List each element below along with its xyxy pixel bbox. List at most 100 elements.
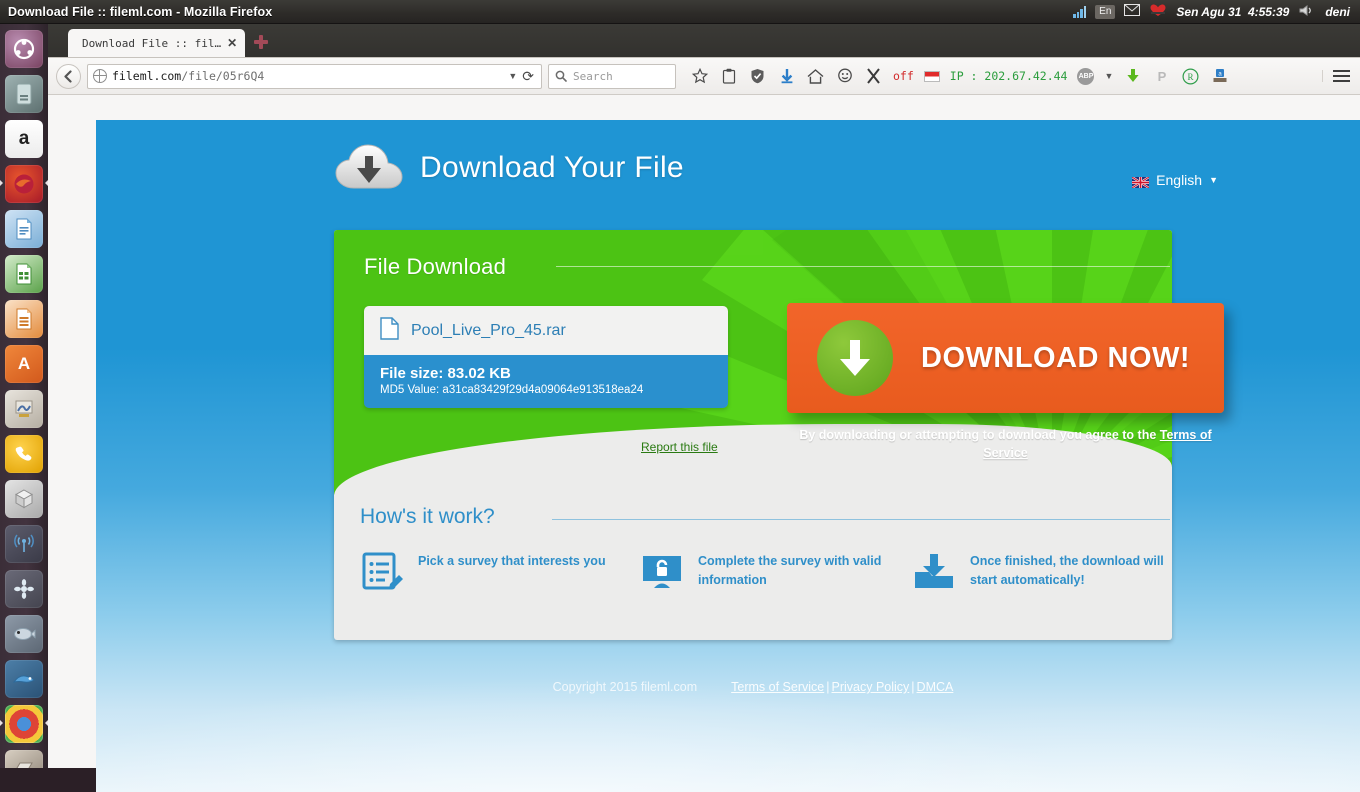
shield-icon[interactable] <box>748 67 767 86</box>
section-divider <box>556 266 1170 267</box>
chevron-down-icon[interactable]: ▼ <box>1209 175 1218 185</box>
launcher-item-firefox[interactable] <box>0 165 48 203</box>
pocket-p-icon[interactable]: P <box>1152 67 1171 86</box>
star-icon[interactable] <box>690 67 709 86</box>
launcher-item-amazon[interactable]: a <box>5 120 43 158</box>
step-item: Pick a survey that interests you <box>360 550 640 594</box>
abp-icon[interactable]: ABP <box>1077 67 1095 85</box>
download-arrow-icon <box>817 320 893 396</box>
launcher-item-virtualbox[interactable] <box>5 480 43 518</box>
survey-form-icon <box>360 550 404 594</box>
launcher-item-chrome[interactable] <box>0 705 48 743</box>
download-now-button[interactable]: DOWNLOAD NOW! <box>787 303 1224 413</box>
home-icon[interactable] <box>806 67 825 86</box>
back-button[interactable] <box>56 63 81 89</box>
terms-notice: By downloading or attempting to download… <box>787 426 1224 462</box>
toolbar-icons: off IP : 202.67.42.44 ABP ▼ P R a <box>690 67 1229 86</box>
file-icon <box>380 316 399 345</box>
tab-download-file[interactable]: Download File :: fil… ✕ <box>68 29 246 57</box>
url-path: /file/05r6Q4 <box>181 69 265 83</box>
launcher-item-files[interactable] <box>5 75 43 113</box>
launcher-item-lizard-app[interactable] <box>5 660 43 698</box>
download-icon[interactable] <box>777 67 796 86</box>
unity-launcher: a A <box>0 24 48 768</box>
speaker-icon[interactable] <box>1298 4 1316 20</box>
page-title: Download Your File <box>420 151 684 184</box>
launcher-item-ubuntu-software[interactable]: A <box>5 345 43 383</box>
web-page: Download Your File English ▼ File Downlo… <box>96 120 1360 792</box>
file-info-box: Pool_Live_Pro_45.rar File size: 83.02 KB… <box>364 306 728 408</box>
x-icon[interactable] <box>864 67 883 86</box>
chat-icon[interactable] <box>835 67 854 86</box>
copyright-text: Copyright 2015 fileml.com <box>552 680 698 694</box>
step-text: Pick a survey that interests you <box>418 554 606 568</box>
search-icon <box>555 70 567 82</box>
file-name: Pool_Live_Pro_45.rar <box>411 321 566 339</box>
username[interactable]: deni <box>1325 5 1350 19</box>
keyboard-layout-indicator[interactable]: En <box>1095 4 1116 19</box>
globe-icon <box>92 68 107 83</box>
firefox-window: Download File :: fil… ✕ fileml.com/file/… <box>48 24 1360 792</box>
launcher-item-network[interactable] <box>5 525 43 563</box>
svg-text:R: R <box>1188 72 1194 82</box>
clock[interactable]: Sen Agu 31 4:55:39 <box>1176 5 1289 19</box>
envelope-icon[interactable] <box>1124 4 1141 19</box>
blue-app-icon[interactable]: a <box>1210 67 1229 86</box>
footer-separator: | <box>826 680 830 694</box>
terms-prefix: By downloading or attempting to download… <box>799 428 1160 442</box>
launcher-item-scanner[interactable] <box>5 750 43 768</box>
download-folder-icon <box>912 550 956 594</box>
launcher-item-libreoffice-impress[interactable] <box>5 300 43 338</box>
step-item: Once finished, the download will start a… <box>912 550 1172 594</box>
system-tray: En Sen Agu 31 4:55:39 deni <box>1073 3 1360 20</box>
footer-link-terms[interactable]: Terms of Service <box>731 680 824 694</box>
love-battery-icon[interactable] <box>1149 3 1167 20</box>
tab-strip: Download File :: fil… ✕ <box>48 24 1360 58</box>
download-now-label: DOWNLOAD NOW! <box>921 341 1191 374</box>
reload-icon[interactable]: ⟳ <box>522 68 536 85</box>
amazon-icon: a <box>18 128 30 149</box>
software-center-icon: A <box>17 354 31 373</box>
how-divider <box>552 519 1170 520</box>
tab-title: Download File :: fil… <box>82 36 222 50</box>
chevron-down-icon[interactable]: ▼ <box>1104 71 1113 81</box>
language-selector[interactable]: English ▼ <box>1131 172 1218 189</box>
hamburger-menu-icon[interactable] <box>1322 70 1352 82</box>
monitor-lock-icon <box>640 550 684 594</box>
vpn-status-label[interactable]: off <box>893 69 914 83</box>
signal-strength-icon[interactable] <box>1073 5 1087 18</box>
launcher-item-ubuntu-dash[interactable] <box>5 30 43 68</box>
footer-link-dmca[interactable]: DMCA <box>917 680 954 694</box>
clipboard-icon[interactable] <box>719 67 738 86</box>
footer-links: Terms of Service | Privacy Policy | DMCA <box>731 680 953 694</box>
window-title: Download File :: fileml.com - Mozilla Fi… <box>8 4 273 19</box>
green-download-icon[interactable] <box>1123 67 1142 86</box>
launcher-item-fish-app[interactable] <box>5 615 43 653</box>
file-size: File size: 83.02 KB <box>380 365 511 382</box>
file-meta: File size: 83.02 KB MD5 Value: a31ca8342… <box>364 355 728 408</box>
step-item: Complete the survey with valid informati… <box>640 550 912 594</box>
how-it-works-section: How's it work? Pick a survey that intere… <box>334 495 1172 640</box>
section-title: File Download <box>364 254 507 279</box>
r-circle-icon[interactable]: R <box>1181 67 1200 86</box>
page-header: Download Your File <box>334 142 684 194</box>
launcher-item-libreoffice-writer[interactable] <box>5 210 43 248</box>
file-name-row: Pool_Live_Pro_45.rar <box>364 306 728 355</box>
footer-link-privacy[interactable]: Privacy Policy <box>832 680 910 694</box>
os-title-bar: Download File :: fileml.com - Mozilla Fi… <box>0 0 1360 24</box>
ip-address-label[interactable]: IP : 202.67.42.44 <box>950 69 1068 83</box>
address-bar[interactable]: fileml.com/file/05r6Q4 ▼ ⟳ <box>87 63 542 89</box>
search-bar[interactable]: Search <box>548 63 676 89</box>
chevron-down-icon[interactable]: ▼ <box>508 71 517 81</box>
indonesia-flag-icon <box>923 70 940 82</box>
launcher-item-flower-app[interactable] <box>5 570 43 608</box>
language-label: English <box>1156 172 1203 188</box>
url-domain: fileml.com <box>112 69 182 83</box>
launcher-item-phone[interactable] <box>5 435 43 473</box>
launcher-item-gimp[interactable] <box>5 390 43 428</box>
step-text: Once finished, the download will start a… <box>970 554 1164 587</box>
report-file-link[interactable]: Report this file <box>641 440 718 454</box>
launcher-item-libreoffice-calc[interactable] <box>5 255 43 293</box>
new-tab-button[interactable] <box>253 34 269 50</box>
close-icon[interactable]: ✕ <box>227 37 237 49</box>
